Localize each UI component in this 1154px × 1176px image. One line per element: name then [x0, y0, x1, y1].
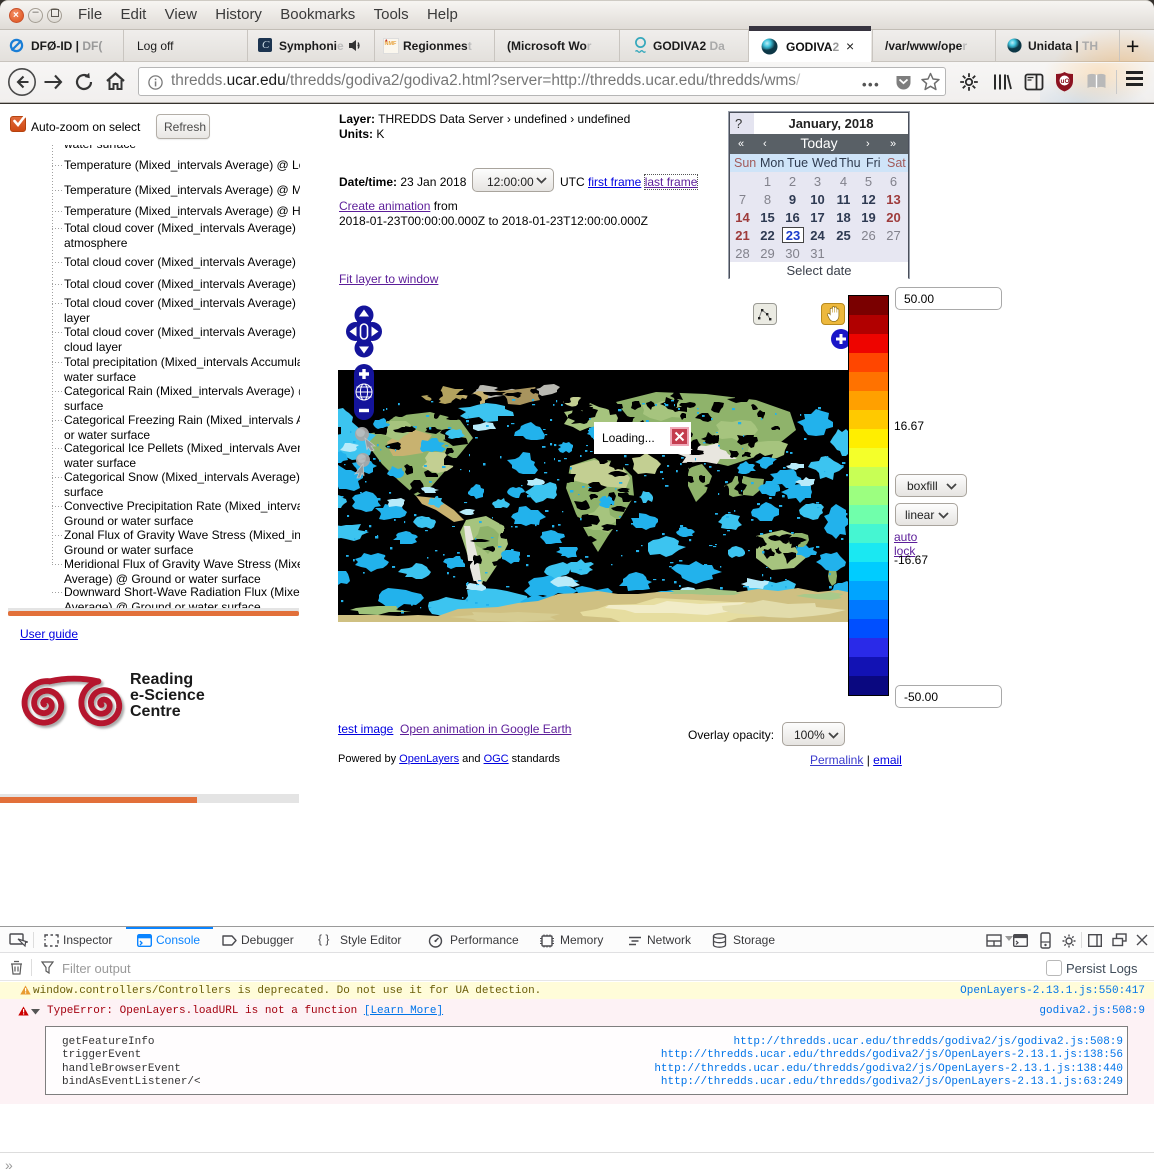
svg-text:uO: uO [1061, 78, 1070, 85]
